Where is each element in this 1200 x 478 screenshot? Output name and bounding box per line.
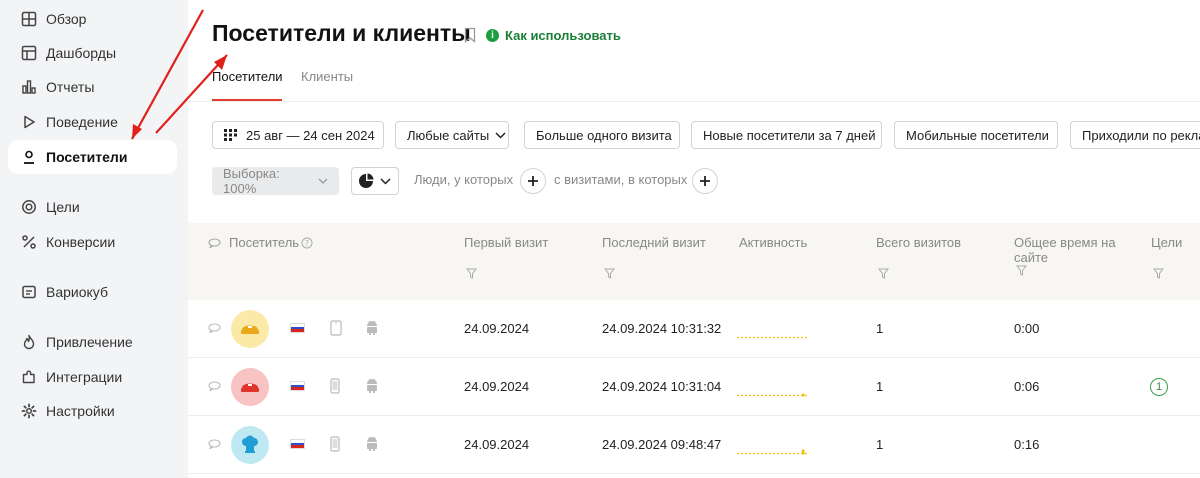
annotation-arrows — [131, 9, 228, 140]
